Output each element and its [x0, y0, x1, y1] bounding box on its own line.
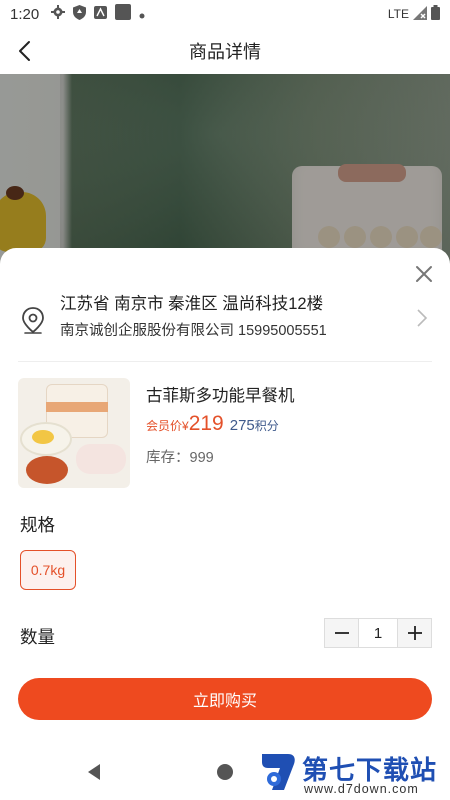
shield-icon [73, 4, 87, 24]
spec-option-chip[interactable]: 0.7kg [20, 550, 76, 590]
watermark-url: www.d7down.com [304, 782, 419, 796]
location-pin-icon [20, 306, 46, 336]
chevron-right-icon [416, 308, 428, 328]
buy-now-button[interactable]: 立即购买 [18, 678, 432, 720]
back-arrow-icon[interactable] [12, 37, 40, 65]
points-amount: 275 [229, 417, 255, 434]
purchase-sheet: 江苏省 南京市 秦淮区 温尚科技12楼 南京诚创企服股份有限公司 1599500… [0, 248, 450, 743]
nav-back-icon[interactable] [86, 763, 102, 786]
stock-value: 999 [189, 450, 214, 466]
nav-bar: 商品详情 [0, 28, 450, 74]
product-summary: 古菲斯多功能早餐机 会员价 ¥ 219 275 积分 库存：999 [18, 378, 432, 492]
product-thumbnail [18, 378, 130, 488]
product-name: 古菲斯多功能早餐机 [146, 387, 295, 405]
address-section[interactable]: 江苏省 南京市 秦淮区 温尚科技12楼 南京诚创企服股份有限公司 1599500… [18, 286, 432, 362]
text-format-icon [94, 5, 108, 23]
decrease-button[interactable] [325, 619, 358, 647]
increase-button[interactable] [398, 619, 431, 647]
recipient-line: 南京诚创企服股份有限公司 15995005551 [60, 323, 327, 339]
spec-title: 规格 [20, 515, 55, 535]
status-time: 1:20 [10, 5, 40, 23]
currency-symbol: ¥ [182, 419, 189, 433]
address-line: 江苏省 南京市 秦淮区 温尚科技12楼 [60, 295, 324, 313]
app-square-icon [115, 4, 132, 24]
stock-info: 库存：999 [146, 446, 214, 467]
quantity-stepper: 1 [324, 618, 432, 648]
notification-dot-icon [139, 6, 145, 23]
network-label: LTE [387, 7, 409, 21]
signal-icon [413, 5, 427, 23]
settings-icon [51, 5, 66, 23]
close-icon[interactable] [412, 262, 436, 286]
nav-home-icon[interactable] [216, 763, 234, 786]
price-amount: 219 [188, 412, 224, 435]
stock-label: 库存： [146, 450, 190, 466]
site-watermark: 第七下载站 www.d7down.com [254, 748, 450, 800]
price-label: 会员价 [146, 419, 183, 433]
battery-icon [431, 5, 440, 23]
page-title: 商品详情 [189, 42, 261, 62]
status-bar: 1:20 LTE [0, 0, 450, 28]
quantity-title: 数量 [20, 627, 55, 647]
d7-logo-icon [258, 750, 298, 794]
price-row: 会员价 ¥ 219 275 积分 [146, 412, 279, 436]
points-label: 积分 [254, 419, 279, 433]
quantity-value[interactable]: 1 [358, 619, 398, 647]
dim-overlay[interactable] [0, 74, 450, 274]
